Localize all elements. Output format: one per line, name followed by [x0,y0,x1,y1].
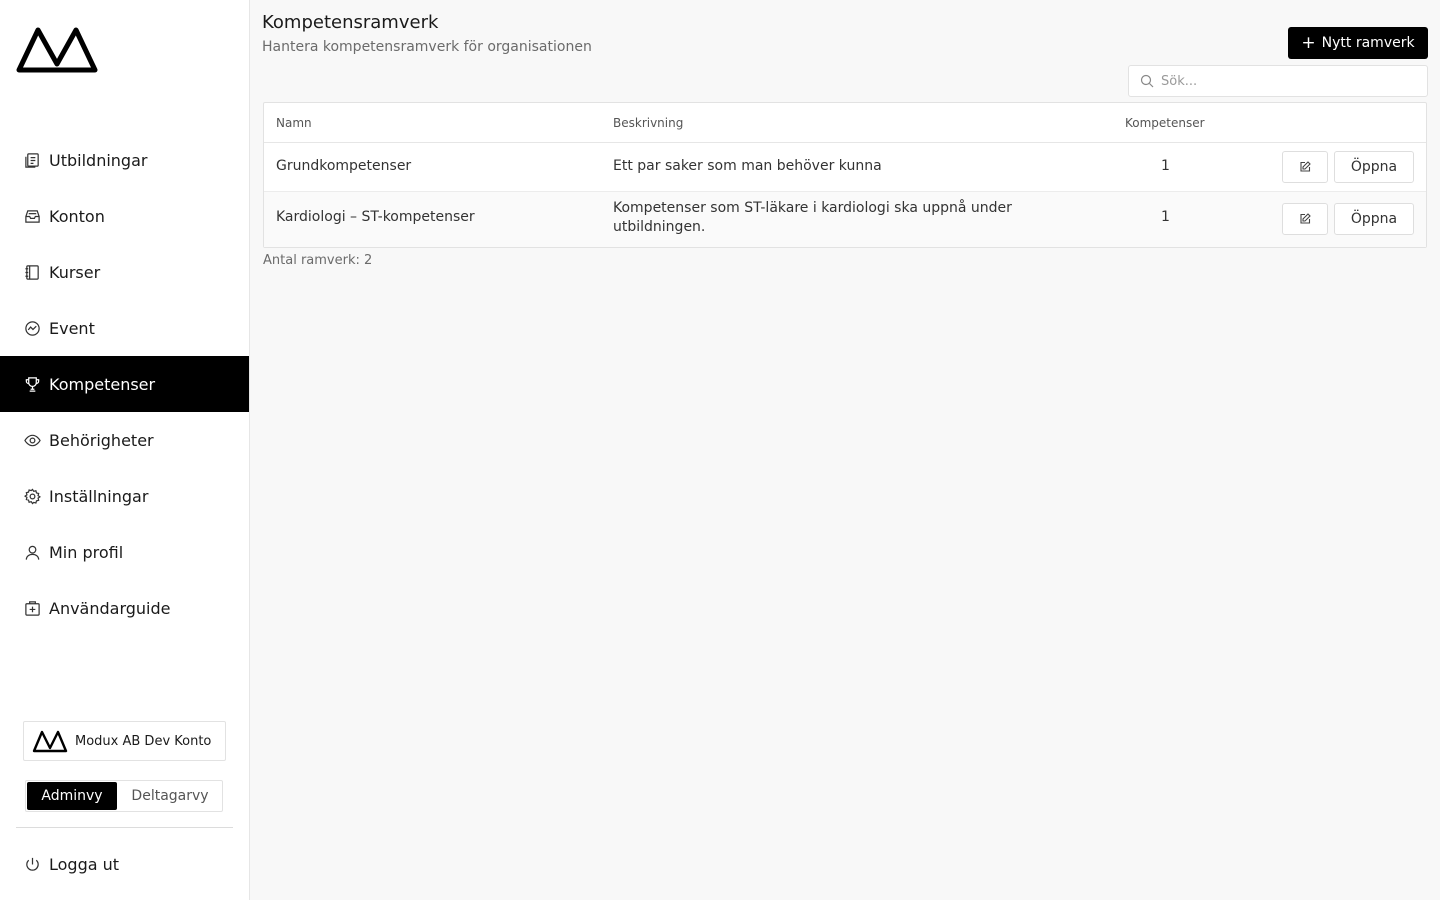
frameworks-table: Namn Beskrivning Kompetenser Grundkompet… [263,102,1427,248]
table-row[interactable]: Grundkompetenser Ett par saker som man b… [264,143,1426,192]
page-title: Kompetensramverk [262,12,439,33]
search-icon [1140,74,1154,88]
edit-button[interactable] [1282,203,1328,235]
sidebar-item-label: Behörigheter [49,430,154,450]
open-button[interactable]: Öppna [1334,151,1414,183]
framework-count: Antal ramverk: 2 [263,253,373,268]
sidebar-item-label: Användarguide [49,598,171,618]
row-competency-count: 1 [1161,158,1170,174]
edit-button[interactable] [1282,151,1328,183]
notebook-icon [23,263,41,281]
sidebar-item-behorigheter[interactable]: Behörigheter [0,412,249,468]
eye-icon [23,431,41,449]
sidebar-item-label: Event [49,318,95,338]
sidebar-item-kurser[interactable]: Kurser [0,244,249,300]
row-name[interactable]: Grundkompetenser [276,158,411,174]
row-competency-count: 1 [1161,209,1170,225]
plus-icon: + [1301,32,1316,53]
table-row[interactable]: Kardiologi – ST-kompetenser Kompetenser … [264,192,1426,247]
open-button[interactable]: Öppna [1334,203,1414,235]
sidebar: Utbildningar Konton Kurser Event Kompete… [0,0,250,900]
gear-icon [23,487,41,505]
power-icon [23,855,41,873]
column-header-description[interactable]: Beskrivning [613,116,683,130]
sidebar-nav: Utbildningar Konton Kurser Event Kompete… [0,132,249,636]
row-description: Kompetenser som ST-läkare i kardiologi s… [613,200,1012,235]
guide-icon [23,599,41,617]
sidebar-item-label: Inställningar [49,486,149,506]
logout-label: Logga ut [49,854,120,874]
sidebar-item-konton[interactable]: Konton [0,188,249,244]
admin-view-button[interactable]: Adminvy [27,782,117,810]
account-switcher[interactable]: Modux AB Dev Konto [23,721,226,761]
edit-icon [1300,213,1311,224]
view-toggle: Adminvy Deltagarvy [25,780,223,812]
column-header-competencies[interactable]: Kompetenser [1125,116,1205,130]
sidebar-item-anvandarguide[interactable]: Användarguide [0,580,249,636]
inbox-icon [23,207,41,225]
sidebar-item-utbildningar[interactable]: Utbildningar [0,132,249,188]
table-header: Namn Beskrivning Kompetenser [264,103,1426,143]
sidebar-item-installningar[interactable]: Inställningar [0,468,249,524]
sidebar-item-label: Min profil [49,542,124,562]
sidebar-divider [16,827,233,828]
sidebar-item-event[interactable]: Event [0,300,249,356]
row-name[interactable]: Kardiologi – ST-kompetenser [276,209,475,225]
sidebar-item-label: Kompetenser [49,374,156,394]
participant-view-button[interactable]: Deltagarvy [118,781,222,811]
new-framework-button[interactable]: + Nytt ramverk [1288,27,1428,59]
chart-circle-icon [23,319,41,337]
account-logo-icon [32,730,68,753]
page-subtitle: Hantera kompetensramverk för organisatio… [262,39,592,55]
sidebar-item-label: Kurser [49,262,101,282]
search-input[interactable] [1161,73,1411,89]
edit-icon [1300,161,1311,172]
modux-logo[interactable] [16,24,98,74]
row-description: Ett par saker som man behöver kunna [613,158,882,174]
sidebar-item-label: Konton [49,206,105,226]
logout-button[interactable]: Logga ut [23,850,119,878]
trophy-icon [23,375,41,393]
courses-icon [23,151,41,169]
user-icon [23,543,41,561]
new-framework-label: Nytt ramverk [1321,35,1415,51]
sidebar-item-label: Utbildningar [49,150,148,170]
account-name: Modux AB Dev Konto [75,733,212,749]
sidebar-item-kompetenser[interactable]: Kompetenser [0,356,249,412]
column-header-name[interactable]: Namn [276,116,312,130]
sidebar-item-min-profil[interactable]: Min profil [0,524,249,580]
search-box [1128,65,1428,97]
